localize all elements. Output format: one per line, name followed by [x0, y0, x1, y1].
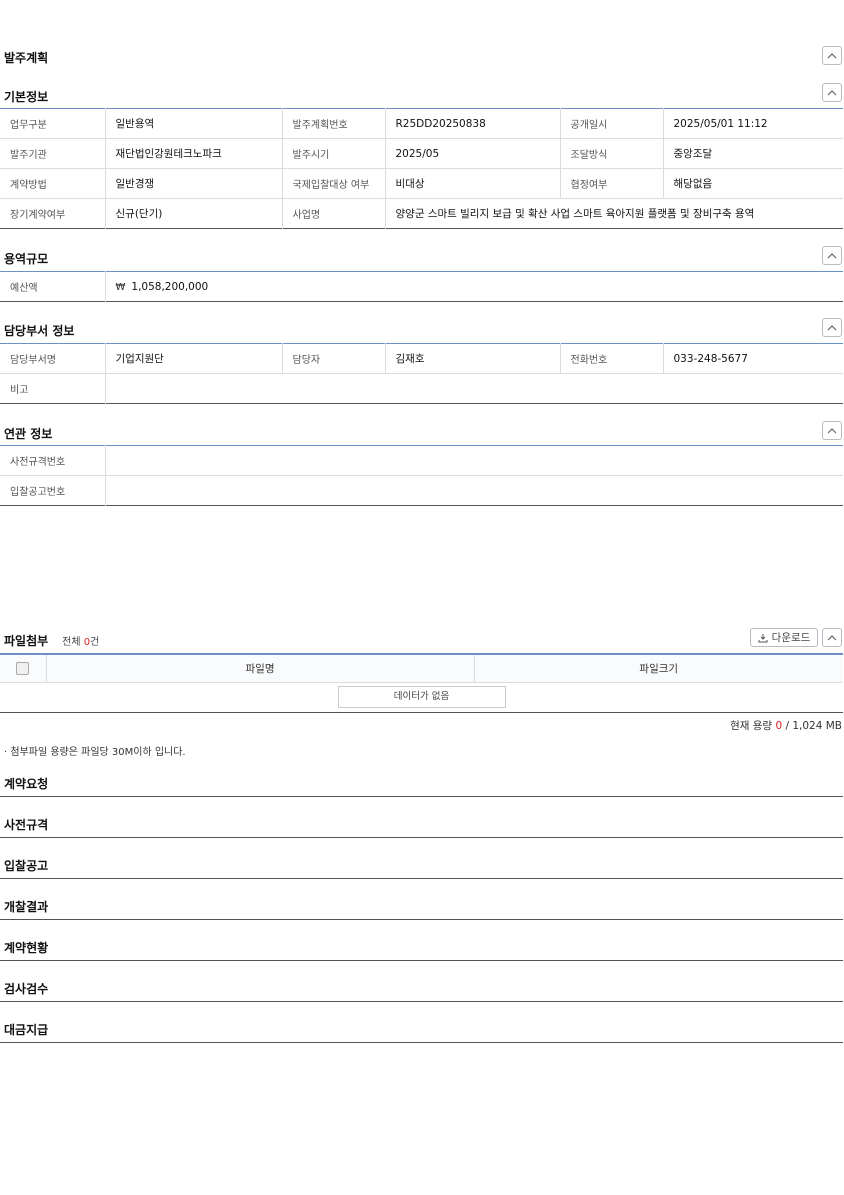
section-contract-request[interactable]: 계약요청: [0, 775, 843, 797]
section-title: 입찰공고: [4, 859, 49, 873]
note-value: [104, 373, 843, 404]
section-pre-spec[interactable]: 사전규격: [0, 816, 843, 838]
field-label: 전화번호: [559, 343, 663, 374]
section-title: 계약요청: [4, 777, 49, 791]
field-value: 2025/05/01 11:12: [662, 108, 843, 139]
field-label: 협정여부: [559, 168, 663, 199]
download-button[interactable]: 다운로드: [750, 628, 818, 647]
field-value: 중앙조달: [662, 138, 843, 169]
section-title: 개찰결과: [4, 900, 49, 914]
field-label: 사업명: [281, 198, 385, 229]
table-row: 사전규격번호: [0, 445, 843, 476]
field-label: 공개일시: [559, 108, 663, 139]
field-label: 조달방식: [559, 138, 663, 169]
field-label: 사전규격번호: [0, 445, 105, 476]
field-value: 일반경쟁: [104, 168, 282, 199]
table-row: 데이터가 없음: [0, 682, 843, 712]
field-label: 담당부서명: [0, 343, 105, 374]
field-value: [104, 475, 843, 506]
section-title: 사전규격: [4, 818, 49, 832]
field-value: 해당없음: [662, 168, 843, 199]
col-file-name: 파일명: [45, 654, 474, 683]
table-row: 비고: [0, 373, 843, 404]
collapse-page-button[interactable]: [822, 46, 842, 65]
file-size-note: · 첨부파일 용량은 파일당 30M이하 입니다.: [4, 747, 186, 758]
section-title: 검사검수: [4, 982, 49, 996]
related-title: 연관 정보: [4, 427, 53, 441]
files-count: 전체 0건: [62, 637, 100, 648]
files-header: 파일첨부 전체 0건: [4, 632, 99, 649]
field-label: 예산액: [10, 283, 38, 294]
scale-title: 용역규모: [4, 252, 49, 266]
table-row: 장기계약여부 신규(단기) 사업명 양양군 스마트 빌리지 보급 및 확산 사업…: [0, 198, 843, 229]
download-icon: [758, 633, 768, 642]
field-label: 국제입찰대상 여부: [281, 168, 385, 199]
chevron-up-icon: [827, 324, 837, 330]
table-row: 발주기관 재단법인강원테크노파크 발주시기 2025/05 조달방식 중앙조달: [0, 138, 843, 169]
project-name-value: 양양군 스마트 빌리지 보급 및 확산 사업 스마트 육아지원 플랫폼 및 장비…: [384, 198, 843, 229]
budget-value: ₩1,058,200,000: [104, 271, 843, 302]
chevron-up-icon: [827, 52, 837, 58]
collapse-files-button[interactable]: [822, 628, 842, 647]
scale-table: 예산액 ₩1,058,200,000: [0, 271, 843, 302]
section-payment[interactable]: 대금지급: [0, 1021, 843, 1043]
field-label: 비고: [10, 385, 29, 396]
field-label: 계약방법: [0, 168, 105, 199]
section-inspection[interactable]: 검사검수: [0, 980, 843, 1002]
table-row: 담당부서명 기업지원단 담당자 김재호 전화번호 033-248-5677: [0, 343, 843, 374]
field-value: 기업지원단: [104, 343, 282, 374]
select-all-header: [0, 654, 46, 683]
table-row: 업무구분 일반용역 발주계획번호 R25DD20250838 공개일시 2025…: [0, 108, 843, 139]
basic-info-table: 업무구분 일반용역 발주계획번호 R25DD20250838 공개일시 2025…: [0, 108, 843, 229]
field-value: R25DD20250838: [384, 108, 560, 139]
field-label: 업무구분: [0, 108, 105, 139]
table-row: 계약방법 일반경쟁 국제입찰대상 여부 비대상 협정여부 해당없음: [0, 168, 843, 199]
table-header-row: 파일명 파일크기: [0, 654, 843, 683]
field-value: [104, 445, 843, 476]
field-label: 발주시기: [281, 138, 385, 169]
related-table: 사전규격번호 입찰공고번호: [0, 445, 843, 506]
section-bid-result[interactable]: 개찰결과: [0, 898, 843, 920]
field-value: 신규(단기): [104, 198, 282, 229]
field-value: 재단법인강원테크노파크: [104, 138, 282, 169]
field-value: 비대상: [384, 168, 560, 199]
col-file-size: 파일크기: [473, 654, 843, 683]
currency-symbol: ₩: [115, 281, 126, 293]
files-table: 파일명 파일크기 데이터가 없음: [0, 653, 843, 713]
dept-table: 담당부서명 기업지원단 담당자 김재호 전화번호 033-248-5677 비고: [0, 343, 843, 404]
field-value: 일반용역: [104, 108, 282, 139]
section-bid-notice[interactable]: 입찰공고: [0, 857, 843, 879]
basic-info-title: 기본정보: [4, 90, 49, 104]
no-data-message: 데이터가 없음: [337, 686, 506, 708]
chevron-up-icon: [827, 89, 837, 95]
field-label: 발주기관: [0, 138, 105, 169]
dept-title: 담당부서 정보: [4, 324, 75, 338]
collapse-basic-info-button[interactable]: [822, 83, 842, 102]
table-row: 입찰공고번호: [0, 475, 843, 506]
field-label: 담당자: [281, 343, 385, 374]
collapse-scale-button[interactable]: [822, 246, 842, 265]
page-title: 발주계획: [4, 51, 49, 65]
collapse-dept-button[interactable]: [822, 318, 842, 337]
budget-amount: 1,058,200,000: [131, 280, 209, 293]
field-label: 장기계약여부: [10, 210, 66, 221]
field-label: 입찰공고번호: [10, 487, 66, 498]
download-label: 다운로드: [771, 632, 811, 644]
chevron-up-icon: [827, 634, 837, 640]
chevron-up-icon: [827, 427, 837, 433]
field-value: 033-248-5677: [662, 343, 843, 374]
section-contract-status[interactable]: 계약현황: [0, 939, 843, 961]
files-title: 파일첨부: [4, 634, 49, 648]
section-title: 대금지급: [4, 1023, 49, 1037]
collapse-related-button[interactable]: [822, 421, 842, 440]
table-row: 예산액 ₩1,058,200,000: [0, 271, 843, 302]
field-label: 발주계획번호: [281, 108, 385, 139]
select-all-checkbox[interactable]: [16, 661, 30, 675]
field-value: 김재호: [384, 343, 560, 374]
chevron-up-icon: [827, 252, 837, 258]
section-title: 계약현황: [4, 941, 49, 955]
field-value: 2025/05: [384, 138, 560, 169]
storage-usage: 현재 용량 0 / 1,024 MB: [730, 720, 842, 732]
